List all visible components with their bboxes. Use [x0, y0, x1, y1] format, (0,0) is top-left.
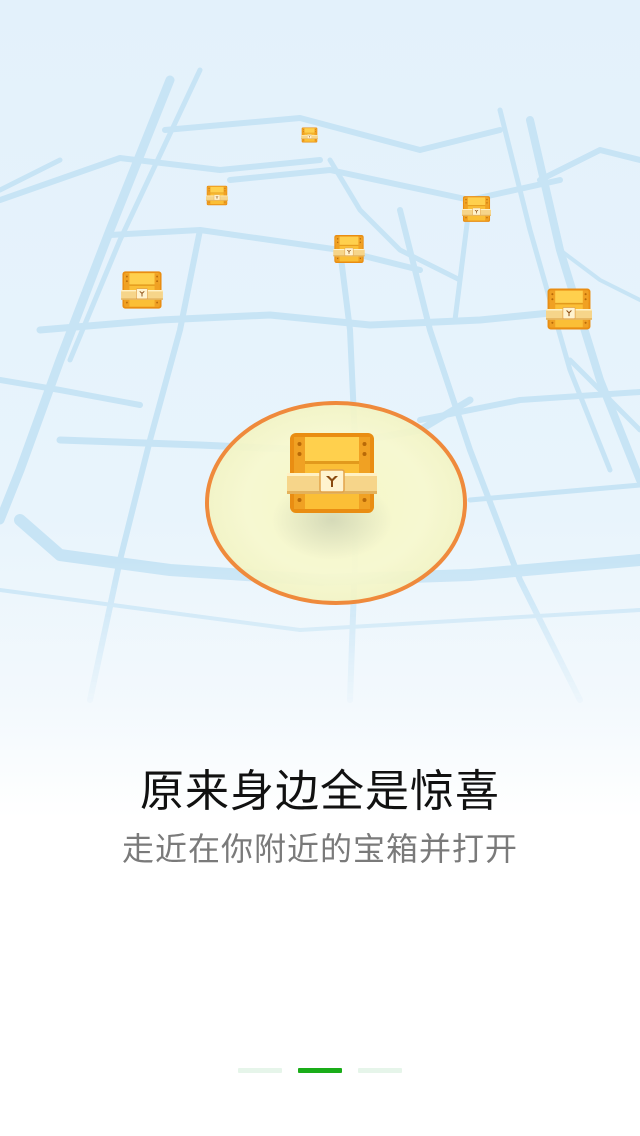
- treasure-chest-icon: [206, 185, 228, 206]
- intro-title: 原来身边全是惊喜: [140, 766, 500, 817]
- page-indicator: [0, 1068, 640, 1076]
- treasure-chest-icon: [462, 195, 491, 223]
- map-illustration: [0, 0, 640, 720]
- highlighted-chest-area: [205, 401, 467, 605]
- roads: [0, 67, 640, 703]
- city-map: [0, 67, 640, 703]
- treasure-chest-icon: [121, 271, 163, 309]
- treasure-chest-icon: [546, 288, 592, 330]
- treasure-chest-icon: [301, 127, 318, 143]
- treasure-chest-icon: [287, 432, 377, 514]
- page-indicator-dot-2-active[interactable]: [298, 1068, 342, 1073]
- treasure-chest-icon: [333, 234, 365, 264]
- intro-subtitle: 走近在你附近的宝箱并打开: [121, 830, 518, 868]
- page-indicator-dot-3[interactable]: [358, 1068, 402, 1073]
- page-indicator-dot-1[interactable]: [238, 1068, 282, 1073]
